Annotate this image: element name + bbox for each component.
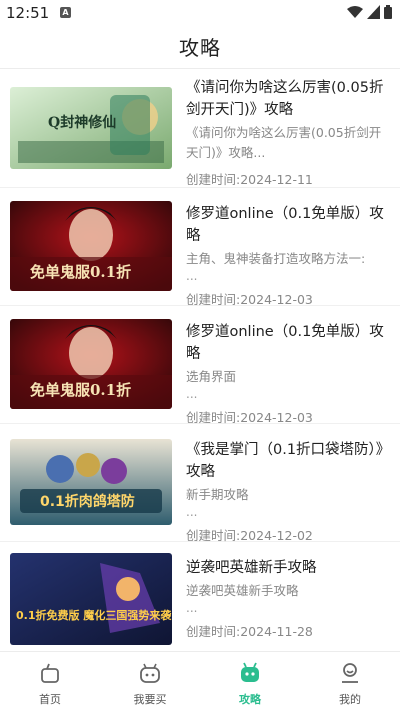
thumbnail-caption: 0.1折肉鸽塔防 bbox=[40, 493, 135, 510]
shop-icon bbox=[140, 663, 160, 683]
home-icon bbox=[41, 663, 59, 683]
thumbnail-caption: Q封神修仙 bbox=[48, 114, 116, 131]
status-time: 12:51 bbox=[6, 4, 50, 22]
tab-home[interactable]: 首页 bbox=[0, 652, 100, 712]
article-item[interactable]: 免单鬼服0.1折 修罗道online（0.1免单版）攻略 主角、鬼神装备打造攻略… bbox=[0, 187, 400, 308]
article-item[interactable]: 0.1折肉鸽塔防 《我是掌门（0.1折口袋塔防）》攻略 新手期攻略 ... 创建… bbox=[0, 423, 400, 544]
article-item[interactable]: 免单鬼服0.1折 修罗道online（0.1免单版）攻略 选角界面 ... 创建… bbox=[0, 305, 400, 426]
tab-label: 首页 bbox=[39, 693, 61, 706]
tab-shop[interactable]: 我要买 bbox=[100, 652, 200, 712]
article-thumbnail[interactable]: 免单鬼服0.1折 bbox=[10, 201, 172, 291]
battery-icon bbox=[384, 5, 392, 19]
article-desc: 《请问你为啥这么厉害(0.05折剑开天门)》攻略... bbox=[186, 125, 382, 160]
article-info: 《我是掌门（0.1折口袋塔防）》攻略 新手期攻略 ... 创建时间:2024-1… bbox=[186, 439, 392, 544]
article-thumbnail[interactable]: 0.1折肉鸽塔防 bbox=[10, 439, 172, 525]
wifi-icon bbox=[347, 6, 363, 18]
thumbnail-caption: 0.1折免费版 魔化三国强势来袭 bbox=[16, 608, 172, 622]
article-date: 创建时间:2024-11-28 bbox=[186, 624, 313, 639]
thumbnail-caption: 免单鬼服0.1折 bbox=[30, 381, 131, 399]
page-header: 攻略 bbox=[0, 26, 400, 69]
status-bar: 12:51 A bbox=[0, 0, 400, 26]
article-desc-ellipsis: ... bbox=[186, 505, 198, 519]
article-title[interactable]: 《请问你为啥这么厉害(0.05折剑开天门)》攻略 bbox=[186, 77, 392, 121]
article-desc: 新手期攻略 bbox=[186, 487, 249, 502]
article-info: 《请问你为啥这么厉害(0.05折剑开天门)》攻略 《请问你为啥这么厉害(0.05… bbox=[186, 77, 392, 188]
article-desc: 主角、鬼神装备打造攻略方法一: bbox=[186, 251, 366, 266]
article-info: 逆袭吧英雄新手攻略 逆袭吧英雄新手攻略 ... 创建时间:2024-11-28 bbox=[186, 557, 392, 640]
article-desc-ellipsis: ... bbox=[186, 269, 198, 283]
guide-icon bbox=[241, 662, 259, 682]
article-title[interactable]: 修罗道online（0.1免单版）攻略 bbox=[186, 203, 392, 247]
article-desc-ellipsis: ... bbox=[186, 387, 198, 401]
tab-label: 攻略 bbox=[239, 693, 261, 706]
tab-label: 我要买 bbox=[133, 693, 167, 706]
signal-icon bbox=[367, 5, 380, 19]
article-info: 修罗道online（0.1免单版）攻略 选角界面 ... 创建时间:2024-1… bbox=[186, 321, 392, 426]
article-item[interactable]: 0.1折免费版 魔化三国强势来袭 逆袭吧英雄新手攻略 逆袭吧英雄新手攻略 ...… bbox=[0, 541, 400, 651]
article-desc-ellipsis: ... bbox=[186, 601, 198, 615]
article-date: 创建时间:2024-12-11 bbox=[186, 172, 313, 187]
thumbnail-caption: 免单鬼服0.1折 bbox=[30, 263, 131, 281]
status-icons bbox=[347, 5, 392, 19]
tab-label: 我的 bbox=[339, 693, 361, 706]
profile-icon bbox=[342, 663, 358, 683]
article-item[interactable]: Q封神修仙 《请问你为啥这么厉害(0.05折剑开天门)》攻略 《请问你为啥这么厉… bbox=[0, 69, 400, 188]
article-title[interactable]: 《我是掌门（0.1折口袋塔防）》攻略 bbox=[186, 439, 392, 483]
article-list[interactable]: Q封神修仙 《请问你为啥这么厉害(0.05折剑开天门)》攻略 《请问你为啥这么厉… bbox=[0, 69, 400, 651]
article-thumbnail[interactable]: Q封神修仙 bbox=[10, 87, 172, 169]
sim-icon: A bbox=[60, 7, 71, 18]
bottom-tab-bar: 首页 我要买 攻略 我的 bbox=[0, 651, 400, 712]
article-title[interactable]: 修罗道online（0.1免单版）攻略 bbox=[186, 321, 392, 365]
article-desc: 选角界面 bbox=[186, 369, 237, 384]
tab-guide[interactable]: 攻略 bbox=[200, 652, 300, 712]
page-title: 攻略 bbox=[179, 36, 221, 60]
article-desc: 逆袭吧英雄新手攻略 bbox=[186, 583, 299, 598]
tab-profile[interactable]: 我的 bbox=[300, 652, 400, 712]
article-info: 修罗道online（0.1免单版）攻略 主角、鬼神装备打造攻略方法一: ... … bbox=[186, 203, 392, 308]
article-title[interactable]: 逆袭吧英雄新手攻略 bbox=[186, 557, 392, 579]
article-thumbnail[interactable]: 0.1折免费版 魔化三国强势来袭 bbox=[10, 553, 172, 645]
article-thumbnail[interactable]: 免单鬼服0.1折 bbox=[10, 319, 172, 409]
